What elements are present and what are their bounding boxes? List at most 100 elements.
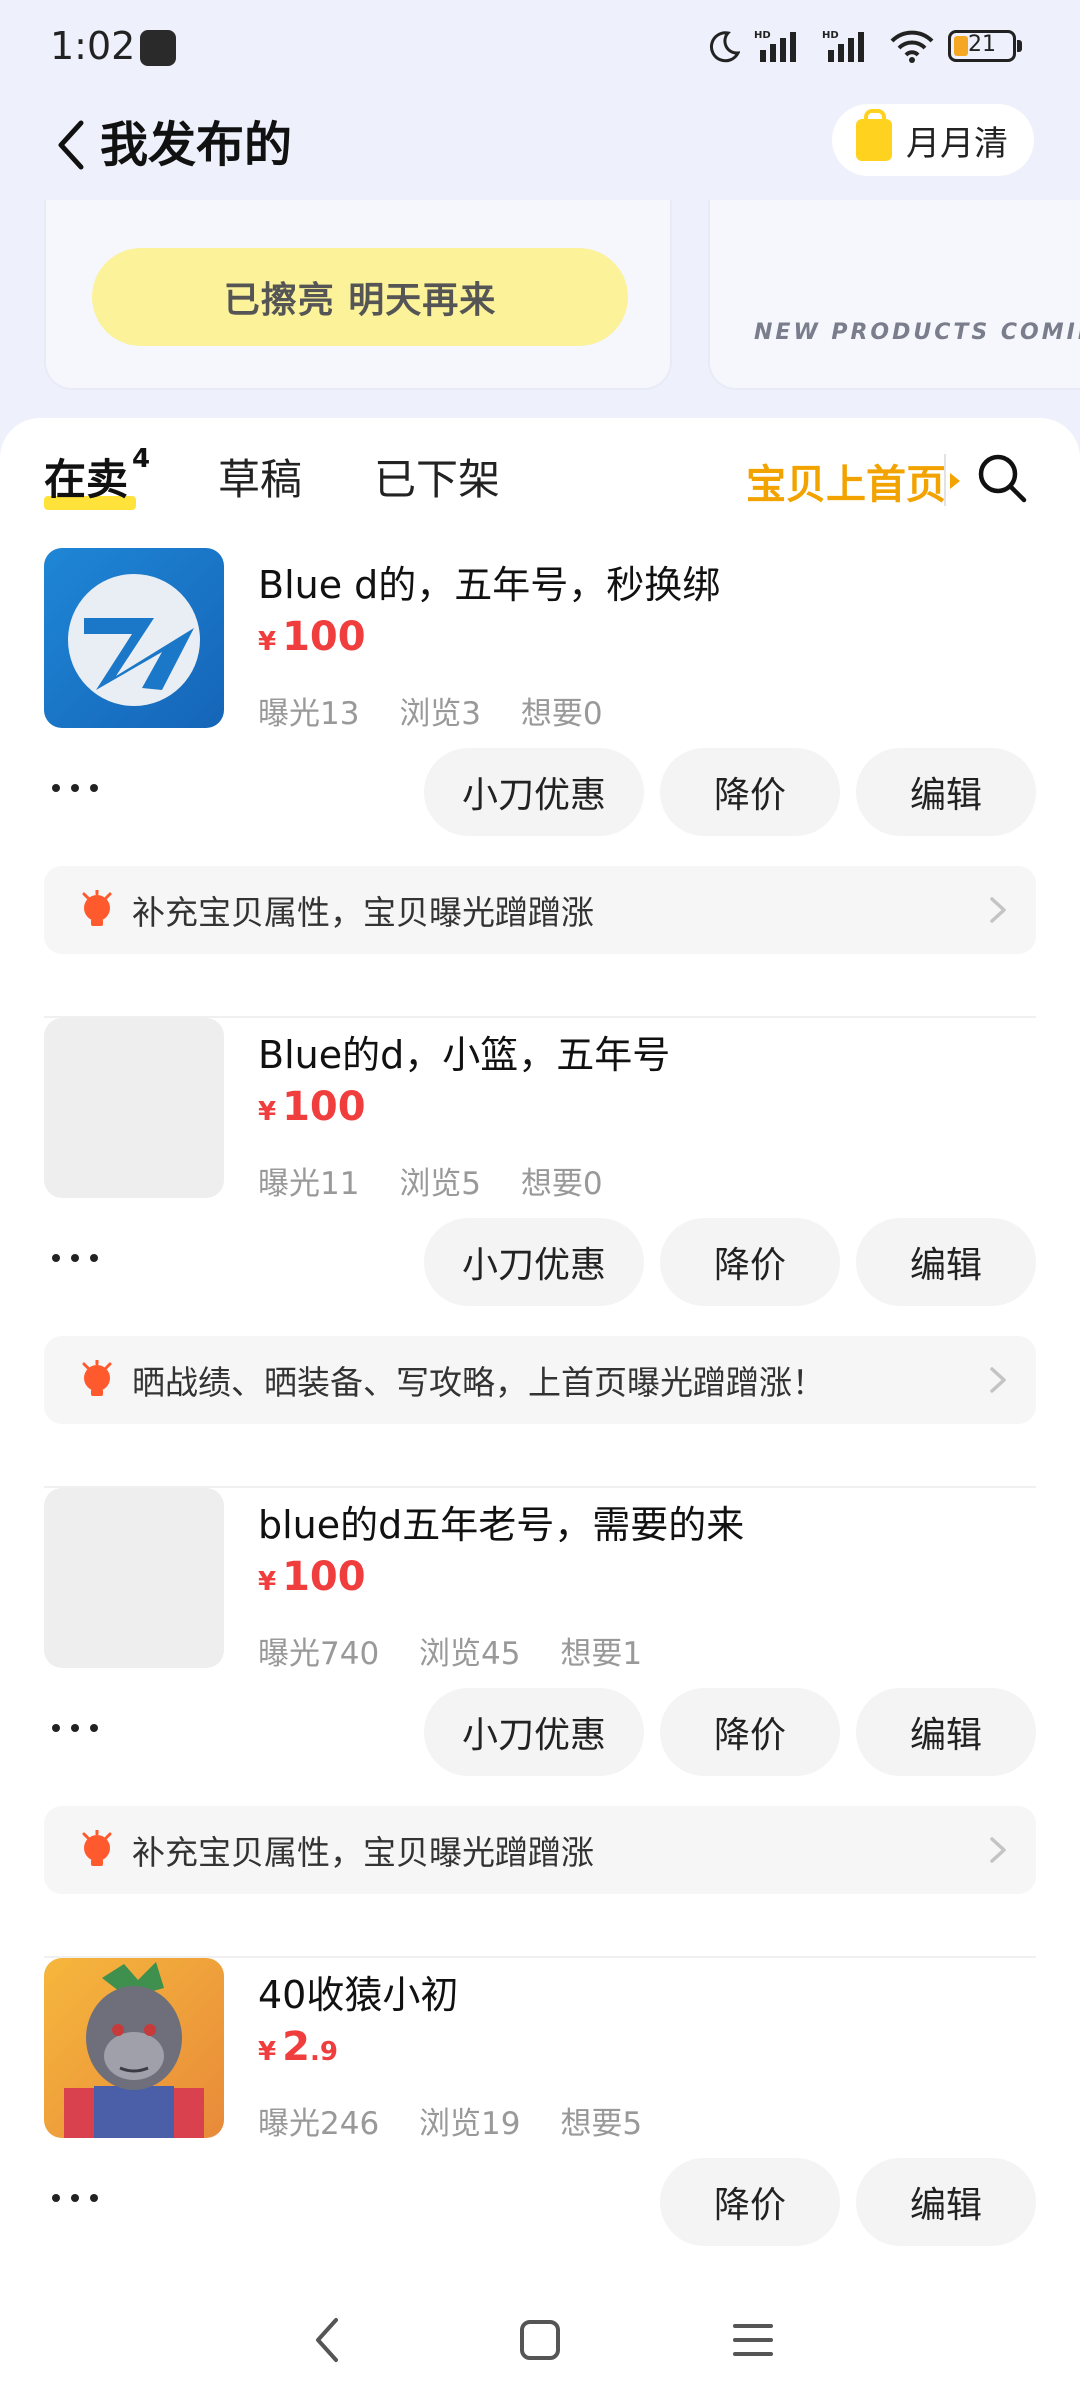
exposure-count: 曝光246 xyxy=(258,2106,380,2142)
bargain-discount-button[interactable]: 小刀优惠 xyxy=(424,1688,644,1776)
tip-text: 晒战绩、晒装备、写攻略，上首页曝光蹭蹭涨！ xyxy=(132,1363,825,1402)
item-title[interactable]: Blue的d，小篮，五年号 xyxy=(258,1024,670,1079)
more-options-button[interactable] xyxy=(52,778,98,798)
chevron-right-icon xyxy=(990,897,1006,923)
shopping-bag-icon xyxy=(856,109,892,161)
edit-button[interactable]: 编辑 xyxy=(856,1218,1036,1306)
nav-home-icon xyxy=(519,2320,560,2360)
item-thumbnail[interactable] xyxy=(44,1018,224,1198)
tab-off-shelf[interactable]: 已下架 xyxy=(374,446,500,507)
item-actions: 降价 编辑 xyxy=(660,2158,1036,2246)
bargain-discount-button[interactable]: 小刀优惠 xyxy=(424,748,644,836)
item-actions: 小刀优惠 降价 编辑 xyxy=(424,1688,1036,1776)
tip-text: 补充宝贝属性，宝贝曝光蹭蹭涨 xyxy=(132,1833,594,1872)
shine-card: 已擦亮 明天再来 xyxy=(44,200,672,390)
nav-home-button[interactable] xyxy=(510,2310,570,2370)
item-stats: 曝光13 浏览3 想要0 xyxy=(258,688,633,733)
price-amount: 2 xyxy=(282,2024,310,2070)
item-thumbnail[interactable] xyxy=(44,1958,224,2138)
wifi-icon xyxy=(890,30,934,63)
tab-drafts[interactable]: 草稿 xyxy=(218,446,302,507)
item-stats: 曝光11 浏览5 想要0 xyxy=(258,1158,633,1203)
item-actions: 小刀优惠 降价 编辑 xyxy=(424,748,1036,836)
homepage-promo-label: 宝贝上首页 xyxy=(746,462,946,508)
edit-button[interactable]: 编辑 xyxy=(856,1688,1036,1776)
nav-back-button[interactable] xyxy=(297,2310,357,2370)
more-options-button[interactable] xyxy=(52,2188,98,2208)
gorilla-avatar-image xyxy=(44,1958,224,2138)
item-title[interactable]: Blue d的，五年号，秒换绑 xyxy=(258,554,720,609)
new-products-text: NEW PRODUCTS COMING S xyxy=(754,320,1080,345)
status-bar: 1:02 HD HD 21 xyxy=(0,0,1080,96)
new-products-card[interactable]: NEW PRODUCTS COMING S xyxy=(708,200,1080,390)
battery-level: 21 xyxy=(968,32,996,57)
list-item[interactable]: Blue d的，五年号，秒换绑 ¥ 100 曝光13 浏览3 想要0 小刀优惠 … xyxy=(0,548,1080,1018)
want-count: 想要0 xyxy=(520,1166,603,1202)
price-amount: 100 xyxy=(282,1084,366,1130)
list-item[interactable]: Blue的d，小篮，五年号 ¥ 100 曝光11 浏览5 想要0 小刀优惠 降价… xyxy=(0,1018,1080,1488)
hd-signal-icon: HD xyxy=(822,30,864,62)
blue-app-logo-image xyxy=(44,548,224,728)
hd-signal-icon: HD xyxy=(754,30,796,62)
price-amount: 100 xyxy=(282,614,366,660)
item-title[interactable]: 40收猿小初 xyxy=(258,1964,458,2019)
more-options-button[interactable] xyxy=(52,1248,98,1268)
reduce-price-button[interactable]: 降价 xyxy=(660,1688,840,1776)
chevron-right-icon xyxy=(990,1837,1006,1863)
svg-text:HD: HD xyxy=(822,30,839,41)
item-stats: 曝光246 浏览19 想要5 xyxy=(258,2098,672,2143)
tip-bar[interactable]: 补充宝贝属性，宝贝曝光蹭蹭涨 xyxy=(44,866,1036,954)
view-count: 浏览5 xyxy=(399,1166,482,1202)
search-button[interactable] xyxy=(972,448,1032,508)
view-count: 浏览3 xyxy=(399,696,482,732)
lightbulb-icon xyxy=(82,1360,112,1396)
reduce-price-button[interactable]: 降价 xyxy=(660,1218,840,1306)
tip-bar[interactable]: 晒战绩、晒装备、写攻略，上首页曝光蹭蹭涨！ xyxy=(44,1336,1036,1424)
edit-button[interactable]: 编辑 xyxy=(856,748,1036,836)
nav-menu-button[interactable] xyxy=(723,2310,783,2370)
want-count: 想要0 xyxy=(520,696,603,732)
on-sale-count: 4 xyxy=(132,444,151,474)
exposure-count: 曝光11 xyxy=(258,1166,360,1202)
price-amount: 100 xyxy=(282,1554,366,1600)
monthly-clear-label: 月月清 xyxy=(906,123,1008,164)
nav-menu-icon xyxy=(733,2324,774,2356)
edit-button[interactable]: 编辑 xyxy=(856,2158,1036,2246)
item-stats: 曝光740 浏览45 想要1 xyxy=(258,1628,672,1673)
item-price: ¥ 2 .9 xyxy=(258,2024,338,2070)
back-button[interactable] xyxy=(40,110,100,180)
svg-text:HD: HD xyxy=(754,30,771,41)
listing-list: Blue d的，五年号，秒换绑 ¥ 100 曝光13 浏览3 想要0 小刀优惠 … xyxy=(0,548,1080,2400)
homepage-promo-link[interactable]: 宝贝上首页 xyxy=(746,452,960,510)
divider xyxy=(944,454,946,506)
reduce-price-button[interactable]: 降价 xyxy=(660,748,840,836)
search-icon xyxy=(978,454,1027,503)
view-count: 浏览19 xyxy=(419,2106,521,2142)
item-price: ¥ 100 xyxy=(258,614,366,660)
listings-sheet: 在卖 4 草稿 已下架 宝贝上首页 Blue d的，五年号，秒换绑 ¥ 100 … xyxy=(0,418,1080,2400)
monthly-clear-button[interactable]: 月月清 xyxy=(832,104,1034,176)
item-thumbnail[interactable] xyxy=(44,1488,224,1668)
reduce-price-button[interactable]: 降价 xyxy=(660,2158,840,2246)
more-options-button[interactable] xyxy=(52,1718,98,1738)
nav-back-icon xyxy=(315,2318,338,2362)
back-arrow-icon xyxy=(58,120,84,170)
tip-bar[interactable]: 补充宝贝属性，宝贝曝光蹭蹭涨 xyxy=(44,1806,1036,1894)
shine-button[interactable]: 已擦亮 明天再来 xyxy=(92,248,628,346)
lightbulb-icon xyxy=(82,890,112,926)
item-price: ¥ 100 xyxy=(258,1554,366,1600)
list-item[interactable]: blue的d五年老号，需要的来 ¥ 100 曝光740 浏览45 想要1 小刀优… xyxy=(0,1488,1080,1958)
header: 我发布的 月月清 xyxy=(0,96,1080,206)
currency-symbol: ¥ xyxy=(258,2037,277,2067)
tab-bar: 在卖 4 草稿 已下架 宝贝上首页 xyxy=(0,418,1080,528)
currency-symbol: ¥ xyxy=(258,1567,277,1597)
want-count: 想要5 xyxy=(560,2106,643,2142)
bargain-discount-button[interactable]: 小刀优惠 xyxy=(424,1218,644,1306)
want-count: 想要1 xyxy=(560,1636,643,1672)
currency-symbol: ¥ xyxy=(258,1097,277,1127)
status-icons: HD HD 21 xyxy=(706,28,1022,64)
item-title[interactable]: blue的d五年老号，需要的来 xyxy=(258,1494,744,1549)
tab-on-sale[interactable]: 在卖 xyxy=(44,446,128,507)
app-notification-icon xyxy=(140,30,176,66)
item-thumbnail[interactable] xyxy=(44,548,224,728)
